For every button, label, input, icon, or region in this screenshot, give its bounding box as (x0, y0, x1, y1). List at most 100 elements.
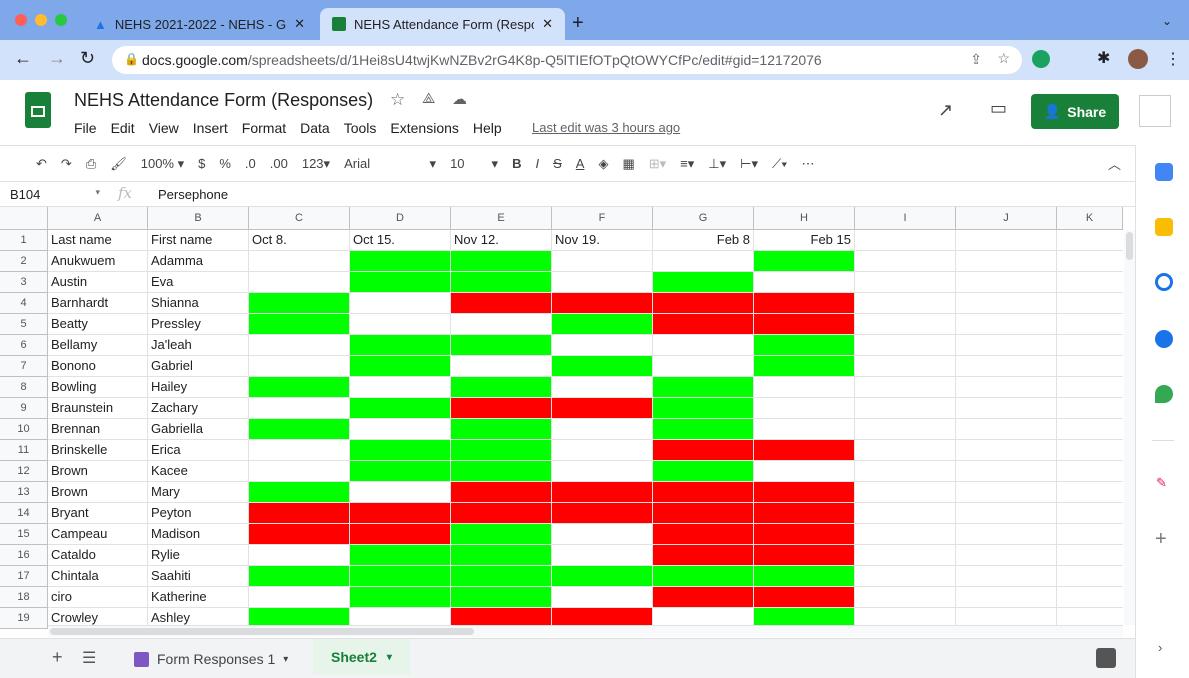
table-cell[interactable] (855, 524, 956, 545)
table-cell[interactable] (653, 251, 754, 272)
row-header[interactable]: 7 (0, 356, 48, 377)
addon-icon[interactable]: ✎ (1156, 475, 1167, 491)
menu-extensions[interactable]: Extensions (390, 120, 458, 136)
table-cell[interactable] (855, 272, 956, 293)
table-cell[interactable] (1057, 272, 1123, 293)
column-header-e[interactable]: E (451, 207, 552, 230)
valign-icon[interactable]: ⊥▾ (708, 156, 726, 172)
close-window-button[interactable] (15, 14, 27, 26)
table-cell[interactable]: Beatty (48, 314, 148, 335)
table-cell[interactable] (754, 545, 855, 566)
table-cell[interactable] (249, 335, 350, 356)
row-header[interactable]: 14 (0, 503, 48, 524)
table-cell[interactable] (653, 419, 754, 440)
vertical-scrollbar[interactable] (1124, 230, 1135, 625)
table-cell[interactable] (754, 440, 855, 461)
table-cell[interactable] (754, 524, 855, 545)
table-cell[interactable] (855, 482, 956, 503)
table-cell[interactable] (249, 566, 350, 587)
table-cell[interactable] (451, 335, 552, 356)
table-cell[interactable] (653, 461, 754, 482)
table-cell[interactable]: Bryant (48, 503, 148, 524)
table-cell[interactable] (855, 440, 956, 461)
new-tab-button[interactable]: + (572, 12, 584, 35)
column-header-g[interactable]: G (653, 207, 754, 230)
table-cell[interactable]: Brown (48, 461, 148, 482)
header-cell[interactable]: Feb 8 (653, 230, 754, 251)
contacts-icon[interactable] (1155, 330, 1173, 348)
table-cell[interactable] (350, 335, 451, 356)
tab-search-chevron-icon[interactable]: ⌄ (1162, 14, 1172, 28)
calendar-icon[interactable] (1155, 163, 1173, 181)
table-cell[interactable]: Katherine (148, 587, 249, 608)
table-cell[interactable] (1057, 419, 1123, 440)
table-cell[interactable] (956, 482, 1057, 503)
extension-icon[interactable] (1032, 50, 1050, 68)
table-cell[interactable]: Anukwuem (48, 251, 148, 272)
table-cell[interactable] (249, 461, 350, 482)
decrease-decimal-button[interactable]: .0 (245, 156, 256, 171)
table-cell[interactable] (451, 419, 552, 440)
profile-avatar[interactable] (1128, 49, 1148, 69)
table-cell[interactable] (552, 335, 653, 356)
table-cell[interactable] (754, 356, 855, 377)
table-cell[interactable] (350, 314, 451, 335)
table-cell[interactable] (350, 377, 451, 398)
row-header[interactable]: 10 (0, 419, 48, 440)
menu-insert[interactable]: Insert (193, 120, 228, 136)
paint-format-icon[interactable]: 🖌 (110, 156, 127, 172)
table-cell[interactable]: Ja'leah (148, 335, 249, 356)
star-icon[interactable]: ☆ (390, 90, 405, 110)
last-edit-link[interactable]: Last edit was 3 hours ago (532, 120, 680, 135)
horizontal-scrollbar[interactable] (48, 625, 1123, 637)
table-cell[interactable] (451, 482, 552, 503)
zoom-select[interactable]: 100% ▾ (141, 156, 184, 172)
table-cell[interactable] (956, 335, 1057, 356)
share-button[interactable]: 👤 Share (1031, 94, 1119, 129)
sheet-tab-form-responses[interactable]: Form Responses 1 ▾ (120, 643, 302, 675)
table-cell[interactable] (1057, 293, 1123, 314)
table-cell[interactable] (855, 587, 956, 608)
table-cell[interactable]: Austin (48, 272, 148, 293)
italic-icon[interactable]: I (535, 156, 539, 171)
table-cell[interactable] (350, 251, 451, 272)
row-header[interactable]: 4 (0, 293, 48, 314)
maximize-window-button[interactable] (55, 14, 67, 26)
table-cell[interactable]: Saahiti (148, 566, 249, 587)
table-cell[interactable] (249, 314, 350, 335)
table-cell[interactable]: Gabriella (148, 419, 249, 440)
row-header[interactable]: 16 (0, 545, 48, 566)
header-cell[interactable]: Feb 15 (754, 230, 855, 251)
more-icon[interactable]: ⋯ (801, 156, 814, 172)
table-cell[interactable] (451, 398, 552, 419)
table-cell[interactable] (653, 566, 754, 587)
table-cell[interactable] (754, 503, 855, 524)
table-cell[interactable] (249, 545, 350, 566)
table-cell[interactable]: Bonono (48, 356, 148, 377)
borders-icon[interactable]: ▦ (622, 156, 634, 172)
table-cell[interactable]: Zachary (148, 398, 249, 419)
table-cell[interactable]: Braunstein (48, 398, 148, 419)
table-cell[interactable] (350, 398, 451, 419)
table-cell[interactable] (249, 524, 350, 545)
table-cell[interactable] (350, 419, 451, 440)
menu-help[interactable]: Help (473, 120, 502, 136)
row-header[interactable]: 15 (0, 524, 48, 545)
table-cell[interactable]: Adamma (148, 251, 249, 272)
add-addon-icon[interactable]: + (1155, 528, 1167, 551)
table-cell[interactable] (451, 356, 552, 377)
table-cell[interactable] (1057, 440, 1123, 461)
table-cell[interactable] (653, 377, 754, 398)
table-cell[interactable] (653, 398, 754, 419)
table-cell[interactable]: Barnhardt (48, 293, 148, 314)
close-tab-icon[interactable]: ✕ (294, 16, 305, 32)
table-cell[interactable] (350, 503, 451, 524)
table-cell[interactable] (451, 293, 552, 314)
table-cell[interactable] (451, 566, 552, 587)
rotate-icon[interactable]: ⟋▾ (772, 156, 787, 172)
column-header-j[interactable]: J (956, 207, 1057, 230)
header-cell[interactable] (1057, 230, 1123, 251)
header-cell[interactable]: Oct 15. (350, 230, 451, 251)
tasks-icon[interactable] (1155, 273, 1173, 291)
sheet-tab-sheet2[interactable]: Sheet2 ▾ (313, 639, 410, 675)
